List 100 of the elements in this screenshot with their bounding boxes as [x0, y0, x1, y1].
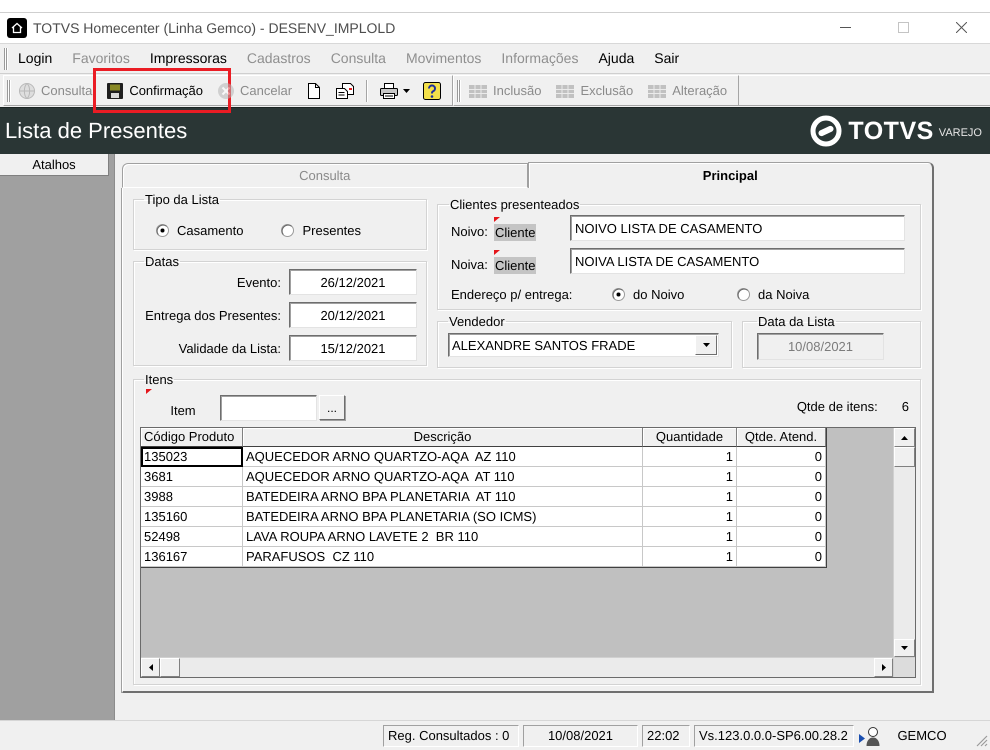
date-field[interactable]: 26/12/2021 [289, 269, 417, 295]
radio-option[interactable]: Presentes [281, 221, 362, 239]
scrollbar-thumb[interactable] [894, 447, 915, 467]
tab[interactable]: Principal [528, 162, 934, 188]
column-header[interactable]: Quantidade [643, 428, 737, 447]
table-cell: 0 [737, 447, 826, 467]
item-field[interactable] [220, 395, 317, 421]
table-cell: 1 [643, 527, 737, 547]
table-cell: 135023 [141, 447, 243, 467]
drag-handle-icon [7, 80, 11, 102]
window-title: TOTVS Homecenter (Linha Gemco) - DESENV_IMPLOLD [33, 20, 396, 36]
browse-button[interactable]: ... [319, 395, 345, 420]
printer-icon [379, 82, 400, 100]
globe-icon [18, 82, 36, 100]
menu-item[interactable]: Ajuda [588, 48, 644, 69]
scroll-down-button[interactable] [894, 639, 915, 657]
page-title: Lista de Presentes [5, 118, 188, 144]
radio-option[interactable]: do Noivo [612, 285, 737, 303]
table-cell: 0 [737, 487, 826, 507]
date-field[interactable]: 15/12/2021 [289, 335, 417, 361]
table-cell: 0 [737, 467, 826, 487]
table-cell: LAVA ROUPA ARNO LAVETE 2 BR 110 [243, 527, 643, 547]
menu-item[interactable]: Impressoras [140, 48, 237, 69]
documents-icon [335, 82, 356, 100]
table-cell: 3681 [141, 467, 243, 487]
resize-grip-icon [974, 733, 988, 747]
brand-suffix: VAREJO [938, 127, 982, 139]
column-header[interactable]: Código Produto [141, 428, 243, 447]
radio-option[interactable]: Casamento [156, 221, 244, 239]
column-header[interactable]: Descrição [243, 428, 643, 447]
field-label: Validade da Lista: [178, 340, 281, 356]
table-cell: 1 [643, 447, 737, 467]
status-cell: Reg. Consultados : 0 [383, 724, 519, 746]
group-title: Datas [144, 254, 180, 269]
table-cell: PARAFUSOS CZ 110 [243, 547, 643, 567]
table-cell: BATEDEIRA ARNO BPA PLANETARIA (SO ICMS) [243, 507, 643, 527]
scroll-left-button[interactable] [141, 658, 160, 677]
caret-icon [702, 343, 710, 347]
client-label: Cliente [494, 224, 536, 241]
toolbar-button[interactable]: Confirmação [99, 76, 210, 104]
status-user: GEMCO [896, 728, 948, 743]
scrollbar-corner [893, 657, 915, 677]
house-icon [7, 18, 27, 38]
field-label: Item [170, 403, 196, 418]
scroll-up-button[interactable] [894, 428, 915, 447]
table-cell: 136167 [141, 547, 243, 567]
status-cell: 10/08/2021 [523, 724, 638, 746]
group-title: Clientes presenteados [449, 197, 580, 212]
close-circle-icon [217, 82, 236, 100]
table-cell: 3988 [141, 487, 243, 507]
status-cell: Vs.123.0.0.0-SP6.00.28.2 [694, 724, 854, 746]
logo-icon [810, 115, 842, 147]
maximize-icon [898, 22, 908, 33]
user-icon [858, 724, 882, 746]
group-title: Itens [144, 372, 174, 387]
group-title: Tipo da Lista [144, 192, 220, 207]
down-arrow-icon [901, 646, 908, 650]
menu-item[interactable]: Sair [644, 48, 690, 69]
table-cell: 1 [643, 487, 737, 507]
field-label: Endereço p/ entrega: [451, 286, 574, 302]
table-cell: 1 [643, 467, 737, 487]
scrollbar-thumb[interactable] [160, 658, 180, 677]
scroll-right-button[interactable] [874, 658, 893, 677]
field-label: Evento: [236, 274, 281, 290]
field-label: Qtde de itens: [796, 398, 878, 414]
dropdown-button[interactable] [695, 335, 717, 355]
item-count: 6 [902, 398, 909, 414]
client-label: Cliente [494, 257, 536, 274]
close-icon [956, 22, 966, 33]
drag-handle-icon [457, 80, 462, 102]
help-icon [422, 80, 442, 100]
left-arrow-icon [148, 664, 152, 671]
up-arrow-icon [901, 436, 908, 440]
drag-handle-icon [4, 48, 8, 70]
text-field[interactable]: NOIVO LISTA DE CASAMENTO [570, 215, 905, 241]
sidebar-header: Atalhos [0, 154, 109, 176]
text-field[interactable]: NOIVA LISTA DE CASAMENTO [570, 248, 905, 274]
table-cell: 52498 [141, 527, 243, 547]
group-title: Data da Lista [757, 314, 836, 329]
caret-icon [403, 88, 410, 92]
field-label: Noiva: [451, 257, 489, 272]
date-field[interactable]: 20/12/2021 [289, 302, 417, 328]
table-cell: 0 [737, 527, 826, 547]
field-label: Noivo: [451, 224, 489, 239]
table-cell: 135160 [141, 507, 243, 527]
menu-item[interactable]: Login [8, 48, 62, 69]
table-cell: AQUECEDOR ARNO QUARTZO-AQA AZ 110 [243, 447, 643, 467]
right-arrow-icon [882, 664, 886, 671]
column-header[interactable]: Qtde. Atend. [737, 428, 826, 447]
table-cell: 1 [643, 507, 737, 527]
vendor-combo[interactable]: ALEXANDRE SANTOS FRADE [448, 333, 719, 357]
status-cell: 22:02 [642, 724, 690, 746]
table-cell: 0 [737, 507, 826, 527]
field-label: Entrega dos Presentes: [144, 308, 281, 322]
table-cell: 0 [737, 547, 826, 567]
table-cell: BATEDEIRA ARNO BPA PLANETARIA AT 110 [243, 487, 643, 507]
group-title: Vendedor [448, 314, 506, 329]
radio-option[interactable]: da Noiva [737, 285, 862, 303]
table-cell: 1 [643, 547, 737, 567]
combo-value: ALEXANDRE SANTOS FRADE [452, 338, 636, 352]
